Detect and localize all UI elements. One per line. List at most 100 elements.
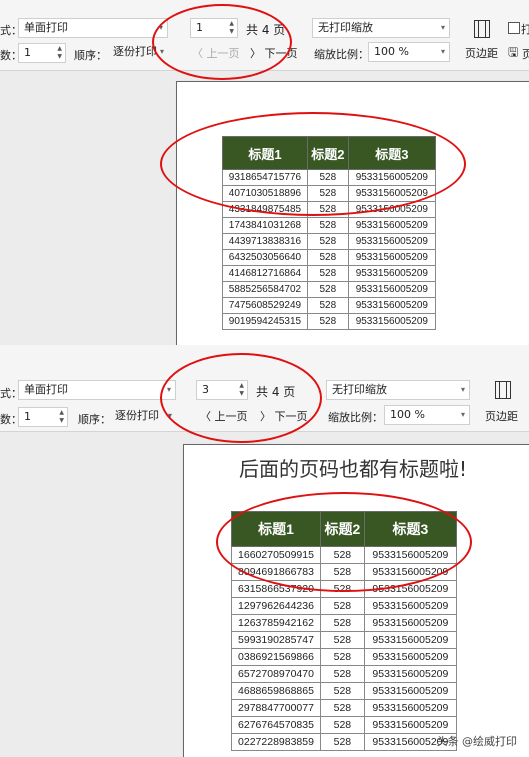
table-cell: 528 [320, 648, 365, 666]
table-row: 6572708970470 528 9533156005209 [231, 665, 458, 683]
table-row: 1297962644236 528 9533156005209 [231, 597, 458, 615]
scale-mode-value: 无打印缩放 [332, 383, 387, 396]
extra-label: 页 [522, 48, 529, 61]
scale-ratio-label: 缩放比例： [314, 48, 369, 61]
table-row: 1263785942162 528 9533156005209 [231, 614, 458, 632]
save-icon[interactable]: 🖫 [508, 43, 518, 64]
table-cell: 9533156005209 [347, 313, 437, 330]
chevron-down-icon: ▾ [460, 385, 465, 394]
spinner-arrows-icon[interactable]: ▲ ▼ [59, 409, 64, 425]
table-cell: 528 [306, 233, 349, 250]
print-preview-bottom: 式： 单面打印 ▾ 数： 1 ▲ ▼ 顺序： 逐份打印 ▾ 3 ▲ ▼ 共 4 页 … [0, 345, 529, 757]
order-value: 逐份打印 [115, 409, 159, 422]
table-cell: 9533156005209 [363, 614, 458, 632]
scale-ratio-select[interactable]: 100 % ▾ [368, 42, 450, 62]
extra-checkbox-label: 打 [521, 23, 529, 36]
table-row: 9019594245315 528 9533156005209 [222, 313, 437, 330]
copies-stepper[interactable]: 1 ▲ ▼ [18, 407, 68, 427]
table-cell: 528 [306, 313, 349, 330]
table-cell: 9533156005209 [347, 233, 437, 250]
scale-mode-select[interactable]: 无打印缩放 ▾ [312, 18, 450, 38]
preview-page: 后面的页码也都有标题啦! 标题1 标题2 标题3 1660270509915 52… [183, 444, 529, 757]
watermark: 头条 @绘威打印 [436, 735, 518, 748]
table-row: 5993190285747 528 9533156005209 [231, 631, 458, 649]
table-cell: 9533156005209 [363, 699, 458, 717]
annotation-note: 后面的页码也都有标题啦! [239, 457, 468, 481]
print-preview-top: 式： 单面打印 ▾ 数： 1 ▲ ▼ 顺序： 逐份打印 ▾ 1 ▲ ▼ 共 4 页 … [0, 0, 529, 345]
table-cell: 9533156005209 [363, 597, 458, 615]
scale-mode-select[interactable]: 无打印缩放 ▾ [326, 380, 470, 400]
table-cell: 1743841031268 [222, 217, 308, 234]
spinner-arrows-icon[interactable]: ▲ ▼ [57, 45, 62, 61]
table-cell: 528 [320, 682, 365, 700]
table-cell: 9533156005209 [347, 297, 437, 314]
table-cell: 9533156005209 [363, 682, 458, 700]
table-cell: 528 [306, 217, 349, 234]
margins-button[interactable]: 页边距 [482, 379, 526, 425]
table-cell: 528 [306, 265, 349, 282]
table-cell: 528 [320, 699, 365, 717]
table-cell: 9533156005209 [347, 265, 437, 282]
table-row: 0386921569866 528 9533156005209 [231, 648, 458, 666]
table-cell: 9533156005209 [363, 716, 458, 734]
table-cell: 4439713838316 [222, 233, 308, 250]
table-cell: 9533156005209 [363, 665, 458, 683]
table-cell: 6432503056640 [222, 249, 308, 266]
chevron-down-icon: ▾ [440, 23, 445, 32]
extra-checkbox[interactable] [508, 22, 520, 34]
table-row: 0227228983859 528 9533156005209 [231, 733, 458, 751]
table-cell: 6572708970470 [231, 665, 321, 683]
scale-ratio-value: 100 % [374, 45, 409, 58]
table-row: 4688659868865 528 9533156005209 [231, 682, 458, 700]
print-style-select[interactable]: 单面打印 ▾ [18, 18, 168, 38]
table-row: 2978847700077 528 9533156005209 [231, 699, 458, 717]
margins-label: 页边距 [485, 410, 518, 423]
table-cell: 5885256584702 [222, 281, 308, 298]
table-row: 6432503056640 528 9533156005209 [222, 249, 437, 266]
annotation-oval-header [160, 112, 466, 216]
table-row: 7475608529249 528 9533156005209 [222, 297, 437, 314]
table-cell: 528 [320, 631, 365, 649]
order-label: 顺序： [78, 413, 111, 426]
page-margins-icon [495, 381, 511, 399]
table-cell: 9533156005209 [347, 281, 437, 298]
table-cell: 9533156005209 [347, 217, 437, 234]
print-style-select[interactable]: 单面打印 ▾ [18, 380, 176, 400]
scale-ratio-value: 100 % [390, 408, 425, 421]
table-row: 4146812716864 528 9533156005209 [222, 265, 437, 282]
chevron-down-icon: ▾ [440, 47, 445, 56]
table-cell: 9533156005209 [347, 249, 437, 266]
table-cell: 528 [320, 733, 365, 751]
order-label: 顺序： [74, 49, 107, 62]
table-cell: 528 [320, 597, 365, 615]
table-cell: 528 [320, 614, 365, 632]
table-cell: 528 [306, 297, 349, 314]
table-cell: 9533156005209 [363, 631, 458, 649]
chevron-down-icon: ▾ [460, 410, 465, 419]
annotation-oval-page-nav [160, 353, 322, 443]
table-cell: 7475608529249 [222, 297, 308, 314]
margins-label: 页边距 [465, 47, 498, 60]
copies-value: 1 [24, 46, 31, 59]
table-cell: 528 [306, 281, 349, 298]
page-margins-icon [474, 20, 490, 38]
scale-ratio-select[interactable]: 100 % ▾ [384, 405, 470, 425]
table-row: 1743841031268 528 9533156005209 [222, 217, 437, 234]
table-cell: 0386921569866 [231, 648, 321, 666]
table-cell: 2978847700077 [231, 699, 321, 717]
table-row: 6276764570835 528 9533156005209 [231, 716, 458, 734]
print-style-value: 单面打印 [24, 21, 68, 34]
table-cell: 9019594245315 [222, 313, 308, 330]
table-cell: 0227228983859 [231, 733, 321, 751]
table-cell: 4146812716864 [222, 265, 308, 282]
table-row: 4439713838316 528 9533156005209 [222, 233, 437, 250]
order-value: 逐份打印 [113, 45, 157, 58]
annotation-oval-header [216, 492, 472, 592]
table-cell: 5993190285747 [231, 631, 321, 649]
scale-ratio-label: 缩放比例： [328, 411, 383, 424]
copies-value: 1 [24, 410, 31, 423]
margins-button[interactable]: 页边距 [462, 18, 504, 62]
table-cell: 1263785942162 [231, 614, 321, 632]
copies-stepper[interactable]: 1 ▲ ▼ [18, 43, 66, 63]
table-cell: 528 [320, 716, 365, 734]
